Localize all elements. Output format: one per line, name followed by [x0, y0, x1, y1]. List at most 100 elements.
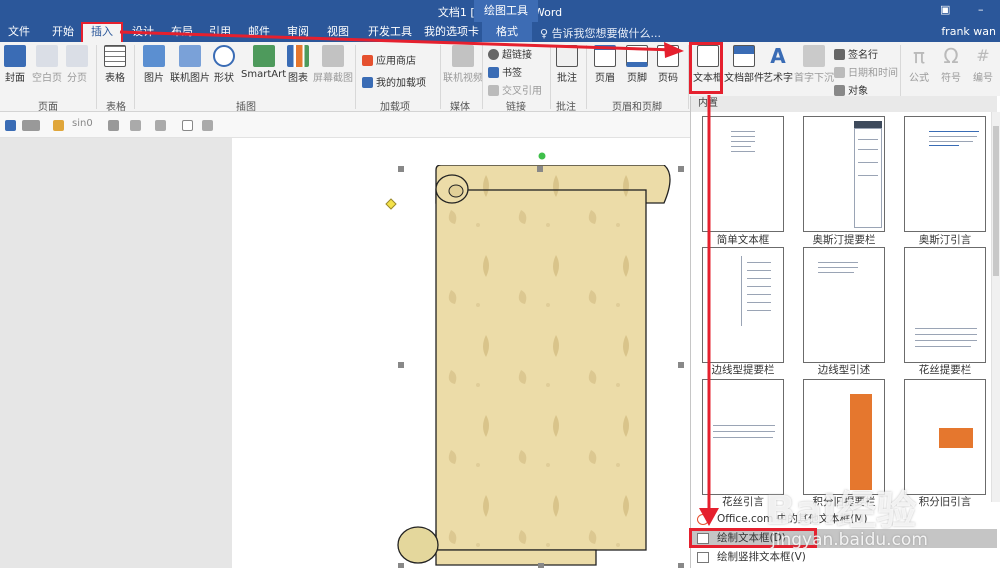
- scroll-shape[interactable]: [396, 165, 686, 568]
- resize-handle[interactable]: [678, 563, 684, 568]
- line-spacing-icon[interactable]: [108, 120, 119, 131]
- blank-page-button[interactable]: 空白页: [32, 45, 62, 84]
- chart-button[interactable]: 图表: [287, 45, 309, 84]
- tab-insert[interactable]: 插入: [81, 22, 123, 44]
- gallery-caption: 积分旧引言: [918, 496, 972, 508]
- page-number-button[interactable]: 页码: [657, 45, 679, 84]
- gallery-item-sideline-quote[interactable]: [803, 247, 885, 363]
- comment-button[interactable]: 批注: [556, 45, 578, 84]
- screenshot-button[interactable]: 屏幕截图: [313, 45, 353, 84]
- resize-handle[interactable]: [678, 362, 684, 368]
- table-button[interactable]: 表格: [104, 45, 126, 84]
- rotation-handle[interactable]: [536, 150, 548, 162]
- gallery-caption: 花丝引言: [722, 496, 764, 508]
- gallery-item-integral-sidebar[interactable]: [803, 379, 885, 495]
- object-button[interactable]: 对象: [834, 82, 868, 97]
- draw-textbox-menu-item[interactable]: 绘制文本框(D): [691, 529, 997, 548]
- tab-layout[interactable]: 布局: [171, 25, 193, 42]
- comment-icon: [556, 45, 578, 67]
- wordart-button[interactable]: A 艺术字: [763, 45, 793, 84]
- table-icon: [104, 45, 126, 67]
- gallery-item-filigree-quote[interactable]: [702, 379, 784, 495]
- date-time-button[interactable]: 日期和时间: [834, 64, 898, 79]
- tab-view[interactable]: 视图: [327, 25, 349, 42]
- tab-my-tab[interactable]: 我的选项卡: [424, 25, 479, 42]
- gallery-item-simple[interactable]: [702, 116, 784, 232]
- tell-me-box[interactable]: ♀ 告诉我您想要做什么...: [540, 25, 661, 41]
- addins-icon: [362, 77, 373, 88]
- tell-me-text: 告诉我您想要做什么...: [551, 27, 662, 40]
- tab-developer[interactable]: 开发工具: [368, 25, 412, 42]
- gallery-item-filigree-sidebar[interactable]: [904, 247, 986, 363]
- tab-file[interactable]: 文件: [8, 25, 30, 42]
- image-icon[interactable]: [202, 120, 213, 131]
- smartart-button[interactable]: SmartArt: [241, 45, 286, 80]
- tab-format[interactable]: 格式: [482, 22, 532, 42]
- paragraph-icon[interactable]: [130, 120, 141, 131]
- online-picture-button[interactable]: 联机图片: [170, 45, 210, 84]
- tab-references[interactable]: 引用: [209, 25, 231, 42]
- gallery-item-austin-sidebar[interactable]: [803, 116, 885, 232]
- contextual-tab-group: 绘图工具: [474, 0, 538, 22]
- resize-handle[interactable]: [398, 362, 404, 368]
- cross-reference-button[interactable]: 交叉引用: [488, 82, 542, 97]
- tab-review[interactable]: 审阅: [287, 25, 309, 42]
- resize-handle[interactable]: [678, 166, 684, 172]
- save-icon[interactable]: [5, 120, 16, 131]
- page-break-button[interactable]: 分页: [66, 45, 88, 84]
- gallery-item-austin-quote[interactable]: [904, 116, 986, 232]
- glasses-icon[interactable]: [22, 120, 40, 131]
- store-button[interactable]: 应用商店: [362, 52, 416, 67]
- number-button[interactable]: # 编号: [972, 45, 994, 84]
- tab-home[interactable]: 开始: [52, 25, 74, 42]
- cover-button[interactable]: 封面: [4, 45, 26, 84]
- dropcap-icon: [803, 45, 825, 67]
- tab-design[interactable]: 设计: [132, 25, 154, 42]
- gallery-caption: 花丝提要栏: [918, 364, 972, 376]
- footer-button[interactable]: 页脚: [626, 45, 648, 84]
- tab-mailings[interactable]: 邮件: [248, 25, 270, 42]
- more-textboxes-menu-item[interactable]: Office.com 中的其他文本框(M): [691, 510, 997, 529]
- group-header-footer: 页眉和页脚: [612, 102, 662, 113]
- restore-icon[interactable]: ▣: [940, 3, 950, 16]
- header-button[interactable]: 页眉: [594, 45, 616, 84]
- bookmark-button[interactable]: 书签: [488, 64, 522, 79]
- quick-parts-button[interactable]: 文档部件: [724, 45, 764, 84]
- minimize-icon[interactable]: –: [978, 3, 984, 16]
- user-name[interactable]: frank wan: [941, 25, 996, 38]
- signature-line-button[interactable]: 签名行: [834, 46, 878, 61]
- group-separator: [550, 45, 551, 109]
- align-icon[interactable]: [155, 120, 166, 131]
- dropcap-button[interactable]: 首字下沉: [794, 45, 834, 84]
- adjust-handle[interactable]: [385, 198, 397, 210]
- bookmark-icon: [488, 67, 499, 78]
- resize-handle[interactable]: [537, 166, 543, 172]
- online-picture-icon: [179, 45, 201, 67]
- hyperlink-button[interactable]: 超链接: [488, 46, 532, 61]
- gallery-caption: 简单文本框: [716, 234, 770, 246]
- video-icon: [452, 45, 474, 67]
- cover-page-icon: [4, 45, 26, 67]
- resize-handle[interactable]: [538, 563, 544, 568]
- gallery-item-sideline-sidebar[interactable]: [702, 247, 784, 363]
- resize-handle[interactable]: [398, 563, 404, 568]
- textbox-button[interactable]: 文本框: [693, 45, 723, 84]
- object-icon: [834, 85, 845, 96]
- gallery-scrollbar[interactable]: [991, 112, 1000, 502]
- resize-handle[interactable]: [398, 166, 404, 172]
- globe-icon: [488, 49, 499, 60]
- online-video-button[interactable]: 联机视频: [443, 45, 483, 84]
- folder-icon[interactable]: [53, 120, 64, 131]
- picture-button[interactable]: 图片: [143, 45, 165, 84]
- font-size-box[interactable]: sin0: [72, 118, 93, 129]
- shapes-button[interactable]: 形状: [213, 45, 235, 84]
- office-icon: [697, 514, 709, 525]
- draw-vertical-textbox-menu-item[interactable]: 绘制竖排文本框(V): [691, 548, 997, 567]
- symbol-button[interactable]: Ω 符号: [940, 45, 962, 84]
- checkbox-icon[interactable]: [182, 120, 193, 131]
- draw-textbox-icon: [697, 533, 709, 544]
- equation-button[interactable]: π 公式: [908, 45, 930, 84]
- gallery-item-integral-quote[interactable]: [904, 379, 986, 495]
- scrollbar-thumb[interactable]: [993, 126, 999, 276]
- my-addins-button[interactable]: 我的加载项: [362, 74, 426, 89]
